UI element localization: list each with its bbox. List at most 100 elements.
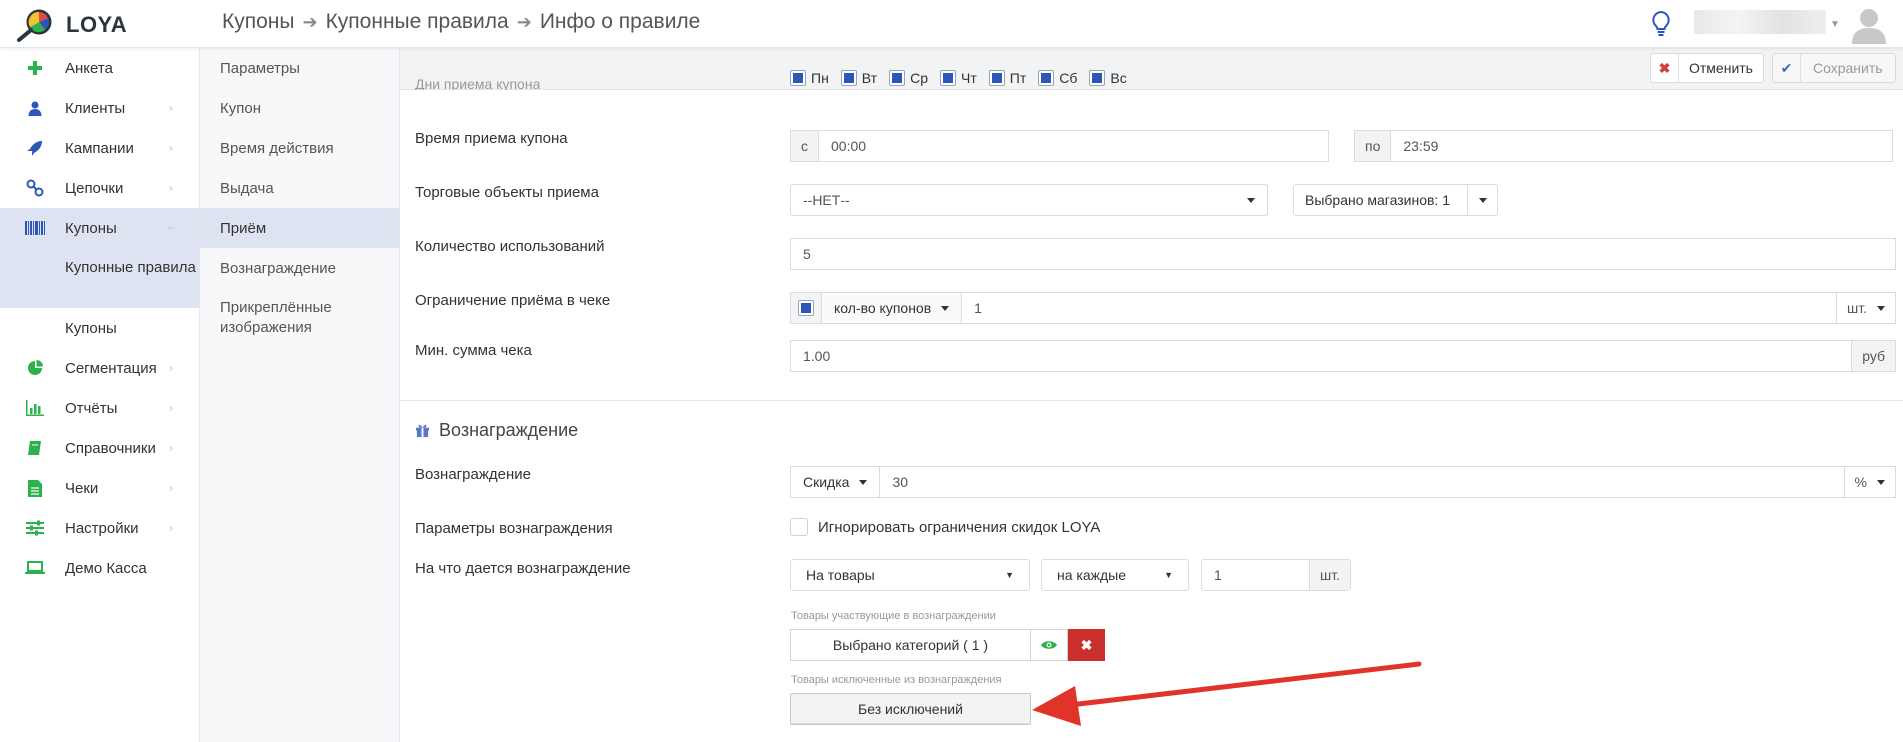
sidebar-item-settings[interactable]: Настройки › — [0, 508, 199, 548]
sidebar-item-coupons[interactable]: Купоны › — [0, 208, 199, 248]
cancel-button[interactable]: ✖ Отменить — [1650, 53, 1764, 83]
subnav-item-images[interactable]: Прикреплённые изображения — [200, 288, 399, 348]
receipt-limit-group: кол-во купонов 1 шт. — [790, 292, 1896, 324]
time-from-prefix: с — [791, 131, 819, 161]
rocket-icon — [25, 138, 45, 158]
sliders-icon — [25, 518, 45, 538]
subnav-item-coupon[interactable]: Купон — [200, 88, 399, 128]
ignore-limits-checkbox[interactable]: Игнорировать ограничения скидок LOYA — [790, 518, 1100, 536]
receipt-limit-type-select[interactable]: кол-во купонов — [822, 293, 963, 323]
sidebar-item-reports[interactable]: Отчёты › — [0, 388, 199, 428]
check-icon: ✔ — [1773, 54, 1801, 82]
sidebar-subitem-coupon-rules[interactable]: Купонные правила — [0, 248, 199, 308]
save-button-label: Сохранить — [1813, 60, 1883, 76]
save-button[interactable]: ✔ Сохранить — [1772, 53, 1896, 83]
lightbulb-icon[interactable] — [1649, 10, 1673, 38]
section-divider — [400, 400, 1903, 401]
caret-down-icon — [859, 479, 868, 485]
stores-select[interactable]: --НЕТ-- — [790, 184, 1268, 216]
view-categories-button[interactable] — [1030, 629, 1068, 661]
pie-chart-icon — [25, 358, 45, 378]
receipt-limit-checkbox[interactable] — [791, 293, 822, 323]
day-checkbox-wed[interactable]: Ср — [889, 70, 928, 86]
clear-categories-button[interactable]: ✖ — [1068, 629, 1105, 661]
logo-text: LOYA — [66, 12, 128, 37]
checkbox-checked-icon[interactable] — [940, 70, 956, 86]
reward-type-select[interactable]: Скидка — [791, 467, 881, 497]
min-sum-input[interactable]: 1.00 руб — [790, 340, 1896, 372]
caret-down-icon: ▼ — [1005, 570, 1014, 580]
sidebar-item-label: Анкета — [65, 59, 113, 77]
day-checkbox-tue[interactable]: Вт — [840, 70, 877, 86]
receipt-limit-unit-select[interactable]: шт. — [1836, 293, 1895, 323]
sidebar-item-anketa[interactable]: Анкета — [0, 48, 199, 88]
action-toolbar: Дни приема купона ✖ Отменить ✔ Сохранить — [400, 48, 1903, 90]
included-categories-button[interactable]: Выбрано категорий ( 1 ) — [790, 629, 1031, 661]
checkbox-unchecked-icon[interactable] — [790, 518, 808, 536]
reward-per-select[interactable]: на каждые ▼ — [1041, 559, 1189, 591]
subnav-item-reward[interactable]: Вознаграждение — [200, 248, 399, 288]
receipt-limit-type-value: кол-во купонов — [834, 300, 932, 316]
checkbox-checked-icon[interactable] — [790, 70, 806, 86]
usage-count-label: Количество использований — [415, 238, 605, 255]
day-checkbox-thu[interactable]: Чт — [940, 70, 977, 86]
usage-count-input[interactable]: 5 — [790, 238, 1896, 270]
stores-selected-dropdown[interactable]: Выбрано магазинов: 1 — [1293, 184, 1498, 216]
caret-down-icon — [941, 305, 950, 311]
reward-target-label: На что дается вознаграждение — [415, 560, 631, 577]
day-label: Пт — [1009, 70, 1027, 86]
checkbox-checked-icon[interactable] — [840, 70, 857, 86]
chevron-right-icon: › — [169, 481, 173, 495]
time-from-field[interactable]: с 00:00 — [790, 130, 1329, 162]
time-to-value[interactable]: 23:59 — [1391, 138, 1450, 154]
sidebar-item-receipts[interactable]: Чеки › — [0, 468, 199, 508]
subnav-item-issue[interactable]: Выдача — [200, 168, 399, 208]
day-checkbox-sun[interactable]: Вс — [1089, 70, 1127, 86]
sidebar-item-clients[interactable]: Клиенты › — [0, 88, 199, 128]
sidebar-item-demo-kassa[interactable]: Демо Касса — [0, 548, 199, 588]
breadcrumb-item-coupons[interactable]: Купоны — [222, 10, 294, 34]
no-exclusions-button[interactable]: Без исключений — [790, 693, 1031, 725]
day-checkbox-mon[interactable]: Пн — [790, 70, 829, 86]
checkbox-checked-icon[interactable] — [1089, 70, 1106, 86]
stores-dropdown-toggle[interactable] — [1467, 185, 1497, 215]
day-checkbox-fri[interactable]: Пт — [988, 70, 1027, 86]
min-sum-label: Мин. сумма чека — [415, 342, 532, 359]
laptop-icon — [25, 558, 45, 578]
checkbox-checked-icon[interactable] — [889, 70, 906, 86]
chevron-down-icon[interactable]: ▼ — [1830, 19, 1840, 30]
reward-value[interactable]: 30 — [880, 474, 920, 490]
subnav-item-params[interactable]: Параметры — [200, 48, 399, 88]
time-to-field[interactable]: по 23:59 — [1354, 130, 1893, 162]
reward-params-label: Параметры вознаграждения — [415, 520, 613, 537]
breadcrumb-item-coupon-rules[interactable]: Купонные правила — [326, 10, 509, 34]
user-name-blurred[interactable] — [1694, 10, 1826, 34]
subnav-item-acceptance[interactable]: Приём — [200, 208, 399, 248]
sidebar-item-chains[interactable]: Цепочки › — [0, 168, 199, 208]
sidebar-item-campaigns[interactable]: Кампании › — [0, 128, 199, 168]
reward-unit-select[interactable]: % — [1843, 467, 1895, 497]
receipt-limit-value[interactable]: 1 — [962, 300, 994, 316]
reward-per-value: на каждые — [1057, 567, 1127, 583]
sidebar-subitem-coupons[interactable]: Купоны — [0, 308, 199, 348]
checkbox-checked-icon[interactable] — [988, 70, 1005, 86]
subnav-item-validity[interactable]: Время действия — [200, 128, 399, 168]
stores-select-value: --НЕТ-- — [803, 192, 850, 208]
reward-qty-value: 1 — [1214, 567, 1222, 583]
checkbox-checked-icon — [798, 300, 814, 316]
reward-target-select[interactable]: На товары ▼ — [790, 559, 1030, 591]
time-from-value[interactable]: 00:00 — [819, 138, 878, 154]
checkbox-checked-icon[interactable] — [1038, 70, 1055, 86]
sidebar-item-label: Настройки — [65, 519, 139, 537]
sidebar-item-references[interactable]: Справочники › — [0, 428, 199, 468]
avatar[interactable] — [1849, 4, 1889, 44]
sidebar-item-label: Отчёты — [65, 399, 118, 417]
cancel-button-label: Отменить — [1689, 60, 1753, 76]
sidebar-item-segmentation[interactable]: Сегментация › — [0, 348, 199, 388]
min-sum-unit: руб — [1851, 341, 1895, 371]
logo[interactable]: LOYA — [14, 7, 127, 43]
reward-section-title: Вознаграждение — [415, 420, 578, 441]
day-checkbox-sat[interactable]: Сб — [1038, 70, 1077, 86]
reward-qty-input[interactable]: 1 шт. — [1201, 559, 1351, 591]
arrow-right-icon: ➔ — [302, 11, 318, 32]
